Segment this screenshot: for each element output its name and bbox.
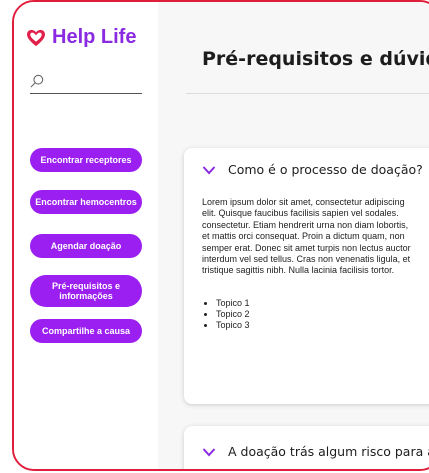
answer-line: semper erat. Donec sit amet turpis non l…: [202, 242, 411, 253]
app-frame: Help Life Encontrar receptores Encontrar…: [12, 0, 429, 471]
answer-line: et mattis orci consequat. Proin a dictum…: [202, 231, 405, 242]
nav-schedule-donation-button[interactable]: Agendar doação: [30, 234, 142, 258]
list-item: Topico 3: [216, 320, 250, 331]
page-title: Pré-requisitos e dúvidas: [202, 48, 429, 70]
logo[interactable]: Help Life: [26, 26, 136, 49]
nav-requirements-label: Pré-requisitos e informações: [51, 280, 121, 301]
answer-line: interdum vel sed tellus. Cras non venena…: [202, 254, 411, 265]
nav-requirements-button[interactable]: Pré-requisitos e informações: [30, 275, 142, 307]
faq-question: Como é o processo de doação?: [228, 162, 423, 177]
faq-question: A doação trás algum risco para a saúde?: [228, 444, 429, 459]
title-divider: [186, 93, 429, 94]
answer-line: tristique sagittis nibh. Nulla lacinia f…: [202, 265, 395, 276]
list-item: Topico 2: [216, 309, 250, 320]
answer-line: Lorem ipsum dolor sit amet, consectetur …: [202, 197, 405, 207]
answer-line: consectetur. Etiam hendrerit urna non di…: [202, 219, 409, 230]
nav-share-cause-button[interactable]: Compartilhe a causa: [30, 319, 142, 343]
heart-icon: [27, 29, 45, 46]
main-content: Pré-requisitos e dúvidas Como é o proces…: [158, 2, 429, 469]
app-name: Help Life: [52, 26, 137, 48]
faq-answer: Lorem ipsum dolor sit amet, consectetur …: [202, 197, 429, 277]
list-item: Topico 1: [216, 298, 250, 309]
answer-line: elit. Quisque faucibus facilisis sapien …: [202, 208, 399, 219]
chevron-down-icon: [202, 165, 216, 174]
faq-card: Como é o processo de doação? Lorem ipsum…: [184, 148, 429, 404]
sidebar: Help Life Encontrar receptores Encontrar…: [14, 2, 158, 469]
faq-header[interactable]: Como é o processo de doação?: [202, 162, 423, 177]
search-input[interactable]: [30, 72, 142, 94]
faq-header[interactable]: A doação trás algum risco para a saúde?: [202, 444, 429, 459]
search-icon: [30, 74, 44, 88]
nav-find-recipients-button[interactable]: Encontrar receptores: [30, 148, 142, 172]
chevron-down-icon: [202, 447, 216, 456]
nav-find-blood-centers-button[interactable]: Encontrar hemocentros: [30, 190, 142, 214]
topic-list: Topico 1 Topico 2 Topico 3: [216, 298, 250, 331]
faq-card: A doação trás algum risco para a saúde?: [184, 426, 429, 469]
